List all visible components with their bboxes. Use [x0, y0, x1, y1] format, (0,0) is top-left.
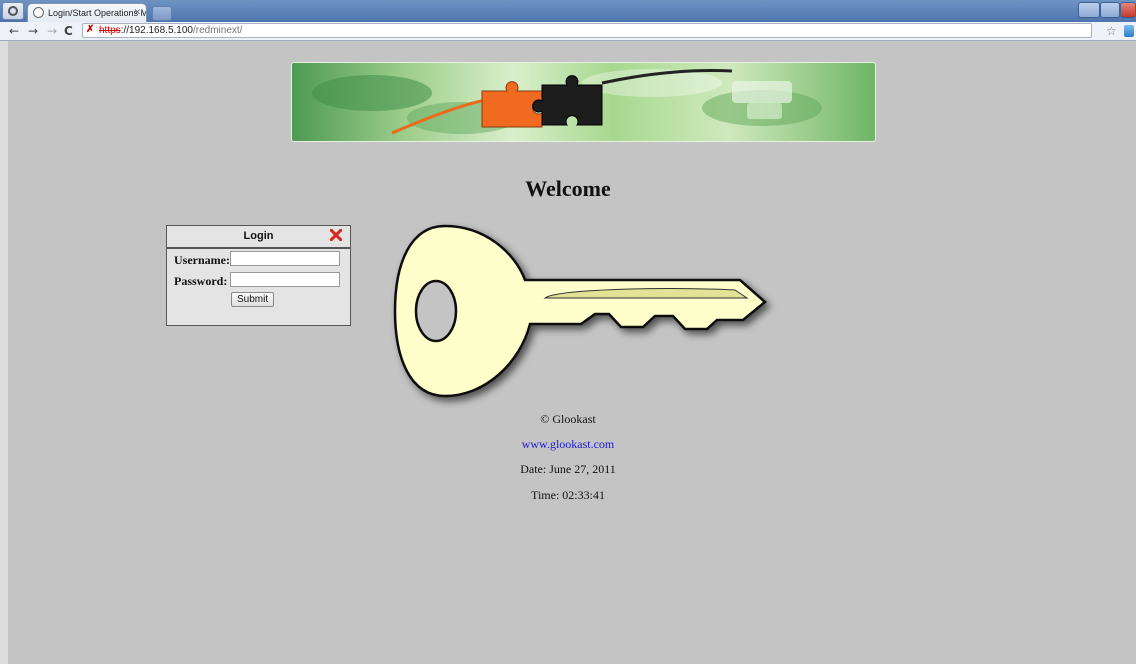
- login-panel-header: Login: [167, 226, 350, 249]
- page-favicon-icon: [33, 7, 44, 18]
- window-minimize-button[interactable]: [1078, 2, 1100, 18]
- submit-button[interactable]: Submit: [231, 292, 275, 307]
- time-text: Time: 02:33:41: [531, 488, 605, 502]
- forward-arrow-icon[interactable]: →: [28, 23, 38, 39]
- username-input[interactable]: [230, 251, 340, 266]
- address-bar[interactable]: ✗ https://192.168.5.100/redminext/: [82, 23, 1092, 38]
- close-icon[interactable]: [330, 229, 342, 241]
- date-text: Date: June 27, 2011: [520, 462, 616, 476]
- window-close-button[interactable]: [1120, 2, 1136, 18]
- copyright-text: © Glookast: [540, 412, 596, 426]
- insecure-lock-icon: ✗: [86, 24, 95, 35]
- window-edge: [0, 41, 8, 664]
- new-tab-button[interactable]: [152, 6, 172, 21]
- password-label: Password:: [174, 274, 228, 288]
- header-banner-image: [291, 62, 876, 142]
- tab-title: Login/Start Operations Ma: [48, 8, 147, 18]
- chrome-logo-icon: [8, 6, 18, 16]
- url-scheme: https: [99, 25, 121, 36]
- forward-disabled-icon: →: [47, 24, 58, 38]
- bookmark-star-icon[interactable]: ☆: [1106, 24, 1117, 38]
- back-arrow-icon[interactable]: ←: [9, 23, 19, 39]
- website-link[interactable]: www.glookast.com: [0, 437, 1136, 452]
- puzzle-banner-graphic: [312, 69, 822, 135]
- login-title: Login: [243, 230, 274, 242]
- login-panel: Login Username: Password: Submit: [166, 225, 351, 326]
- reload-icon[interactable]: C: [64, 23, 73, 39]
- browser-toolbar: ← → → C ✗ https://192.168.5.100/redminext…: [0, 22, 1136, 41]
- browser-app-menu[interactable]: [2, 2, 24, 20]
- url-path: /redminext/: [192, 25, 243, 36]
- extension-icon[interactable]: [1124, 25, 1134, 37]
- username-label: Username:: [174, 253, 230, 267]
- window-maximize-button[interactable]: [1100, 2, 1120, 18]
- welcome-heading: Welcome: [525, 176, 611, 201]
- tab-close-icon[interactable]: ✕: [133, 7, 141, 18]
- url-host: ://192.168.5.100: [120, 25, 193, 36]
- password-input[interactable]: [230, 272, 340, 287]
- key-illustration: [393, 224, 767, 398]
- browser-title-bar: Login/Start Operations Ma ✕: [0, 0, 1136, 22]
- browser-tab[interactable]: Login/Start Operations Ma ✕: [27, 3, 147, 22]
